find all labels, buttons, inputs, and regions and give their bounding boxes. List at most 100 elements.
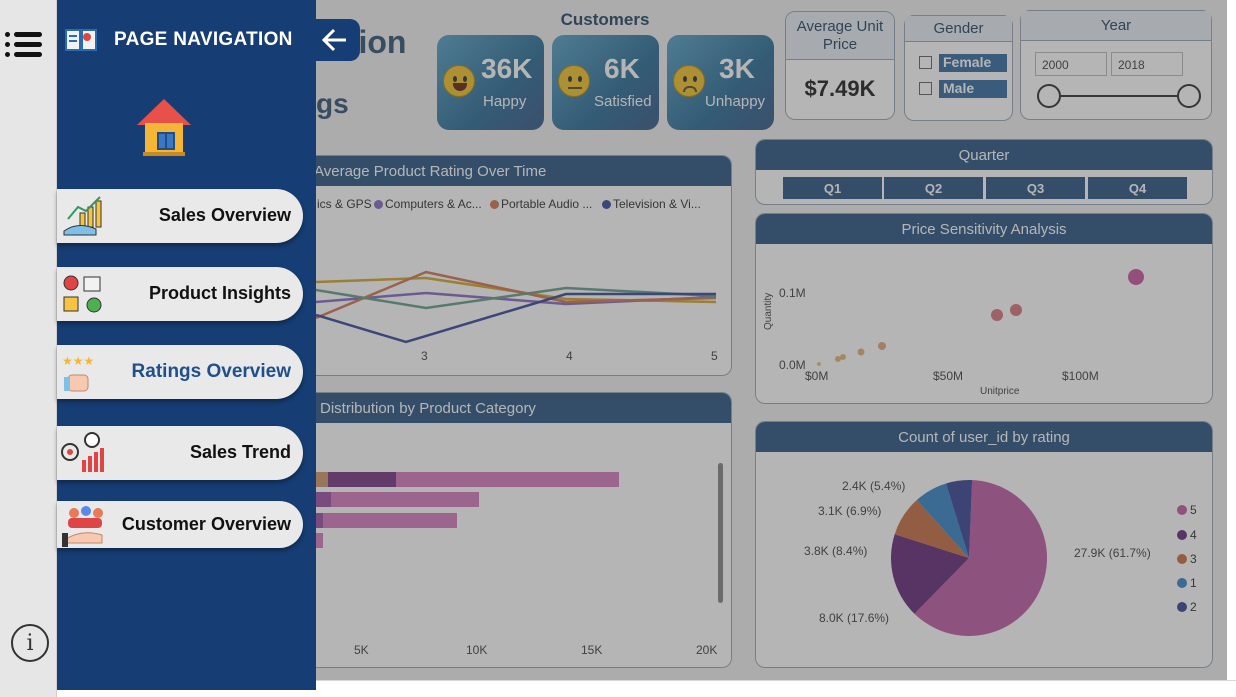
menu-icon[interactable] xyxy=(5,32,42,62)
scatter-point xyxy=(878,342,886,350)
info-icon[interactable]: i xyxy=(11,624,49,662)
customers-header: Customers xyxy=(560,10,650,29)
pie-legend-dot-5 xyxy=(1177,505,1187,515)
legend-item-3: Portable Audio ... xyxy=(501,197,593,211)
nav-item-label: Customer Overview xyxy=(121,514,291,534)
distribution-scrollbar[interactable] xyxy=(718,463,723,603)
book-icon xyxy=(65,29,97,51)
kpi-satisfied-label: Satisfied xyxy=(594,93,652,110)
x-tick-4: 4 xyxy=(566,349,573,363)
gender-slicer: Gender Female Male xyxy=(904,15,1013,121)
feedback-icon xyxy=(63,275,102,313)
pie-legend-dot-3 xyxy=(1177,554,1187,564)
scatter-point xyxy=(840,354,846,360)
kpi-satisfied: 6K Satisfied xyxy=(552,35,659,130)
gender-title: Gender xyxy=(905,16,1012,42)
pie-label-1: 3.1K (6.9%) xyxy=(818,504,882,518)
nav-item-customer-overview[interactable]: Customer Overview xyxy=(57,501,303,548)
star-rating-icon: ★★★ xyxy=(62,354,94,392)
quarter-q1-button[interactable]: Q1 xyxy=(782,176,883,200)
kpi-happy: 36K Happy xyxy=(437,35,544,130)
scatter-point xyxy=(1128,269,1144,285)
nav-title: PAGE NAVIGATION xyxy=(114,29,293,50)
pie-legend-2: 2 xyxy=(1190,600,1197,614)
price-sensitivity-title: Price Sensitivity Analysis xyxy=(756,214,1212,244)
dist-x-tick-20k: 20K xyxy=(696,643,718,657)
pie-label-3: 3.8K (8.4%) xyxy=(804,544,868,558)
nav-item-ratings-overview[interactable]: ★★★ Ratings Overview xyxy=(57,345,303,399)
year-title: Year xyxy=(1021,11,1211,41)
nav-item-sales-trend[interactable]: Sales Trend xyxy=(57,426,303,480)
kpi-satisfied-value: 6K xyxy=(604,53,640,84)
year-slider-track xyxy=(1049,95,1189,97)
price-scatter xyxy=(817,269,1144,366)
neutral-face-icon xyxy=(558,65,590,97)
kpi-happy-value: 36K xyxy=(481,53,533,84)
pie-label-4: 8.0K (17.6%) xyxy=(819,611,890,625)
rating-pie-chart xyxy=(891,480,1047,636)
female-checkbox[interactable] xyxy=(919,56,932,69)
male-option[interactable]: Male xyxy=(939,80,1007,98)
dist-bar-3-seg-b xyxy=(323,513,457,528)
scatter-point xyxy=(817,362,821,366)
price-y-tick-0.1m: 0.1M xyxy=(779,286,806,300)
year-slider-end-handle[interactable] xyxy=(1177,84,1201,108)
pie-legend-dot-2 xyxy=(1177,602,1187,612)
dist-bar-2-seg-a xyxy=(316,492,331,507)
male-checkbox[interactable] xyxy=(919,82,932,95)
year-slider-start-handle[interactable] xyxy=(1037,84,1061,108)
pie-legend-5: 5 xyxy=(1190,503,1197,517)
dist-x-tick-10k: 10K xyxy=(466,643,488,657)
dist-bar-1-seg-a xyxy=(316,472,328,487)
price-x-tick-100: $100M xyxy=(1062,369,1099,383)
year-to-input[interactable]: 2018 xyxy=(1111,52,1183,76)
price-y-label: Quantity xyxy=(763,292,774,330)
kpi-unhappy-label: Unhappy xyxy=(705,93,766,110)
right-edge xyxy=(1227,0,1236,697)
rating-pie-title: Count of user_id by rating xyxy=(756,422,1212,452)
distribution-card: Distribution by Product Category xyxy=(255,392,732,668)
year-from-input[interactable]: 2000 xyxy=(1035,52,1107,76)
dist-bar-3-seg-a xyxy=(316,513,323,528)
price-y-tick-0.0m: 0.0M xyxy=(779,358,806,372)
pie-legend-1: 1 xyxy=(1190,576,1197,590)
kpi-happy-label: Happy xyxy=(483,93,527,110)
trend-chart-icon xyxy=(61,432,104,472)
dist-x-tick-5k: 5K xyxy=(354,643,369,657)
home-icon[interactable] xyxy=(135,97,193,157)
nav-item-sales-overview[interactable]: Sales Overview xyxy=(57,189,303,243)
dashboard-root: i ction gs Customers 36K Happy 6K Satisf… xyxy=(0,0,1236,697)
quarter-q4-button[interactable]: Q4 xyxy=(1087,176,1188,200)
legend-item-2: Computers & Ac... xyxy=(385,197,482,211)
pie-legend-dot-4 xyxy=(1177,530,1187,540)
legend-dot-2 xyxy=(374,200,383,209)
pie-legend-4: 4 xyxy=(1190,528,1197,542)
avg-price-value: $7.49K xyxy=(804,76,876,101)
dist-bar-4 xyxy=(316,533,323,548)
dist-bar-2-seg-b xyxy=(331,492,479,507)
sales-growth-icon xyxy=(63,196,102,236)
pie-legend-3: 3 xyxy=(1190,552,1197,566)
kpi-unhappy-value: 3K xyxy=(719,53,755,84)
back-button[interactable] xyxy=(316,19,360,61)
sad-face-icon xyxy=(673,65,705,97)
price-x-label: Unitprice xyxy=(980,386,1020,397)
distribution-title: Distribution by Product Category xyxy=(256,393,731,423)
female-option[interactable]: Female xyxy=(939,54,1007,72)
nav-item-product-insights[interactable]: Product Insights xyxy=(57,267,303,321)
dist-bar-1-seg-b xyxy=(328,472,396,487)
scatter-point xyxy=(1010,304,1022,316)
arrow-left-icon xyxy=(321,28,346,52)
pie-legend-dot-1 xyxy=(1177,578,1187,588)
left-rail: i xyxy=(0,0,57,697)
scatter-point xyxy=(857,348,865,356)
x-tick-5: 5 xyxy=(711,349,718,363)
price-x-tick-50: $50M xyxy=(933,369,964,383)
nav-item-label: Sales Overview xyxy=(158,205,291,225)
quarter-q2-button[interactable]: Q2 xyxy=(883,176,984,200)
price-x-tick-0: $0M xyxy=(805,369,829,383)
page-subtitle: gs xyxy=(316,88,349,119)
kpi-unhappy: 3K Unhappy xyxy=(667,35,774,130)
svg-text:★★★: ★★★ xyxy=(62,354,94,368)
quarter-q3-button[interactable]: Q3 xyxy=(985,176,1086,200)
